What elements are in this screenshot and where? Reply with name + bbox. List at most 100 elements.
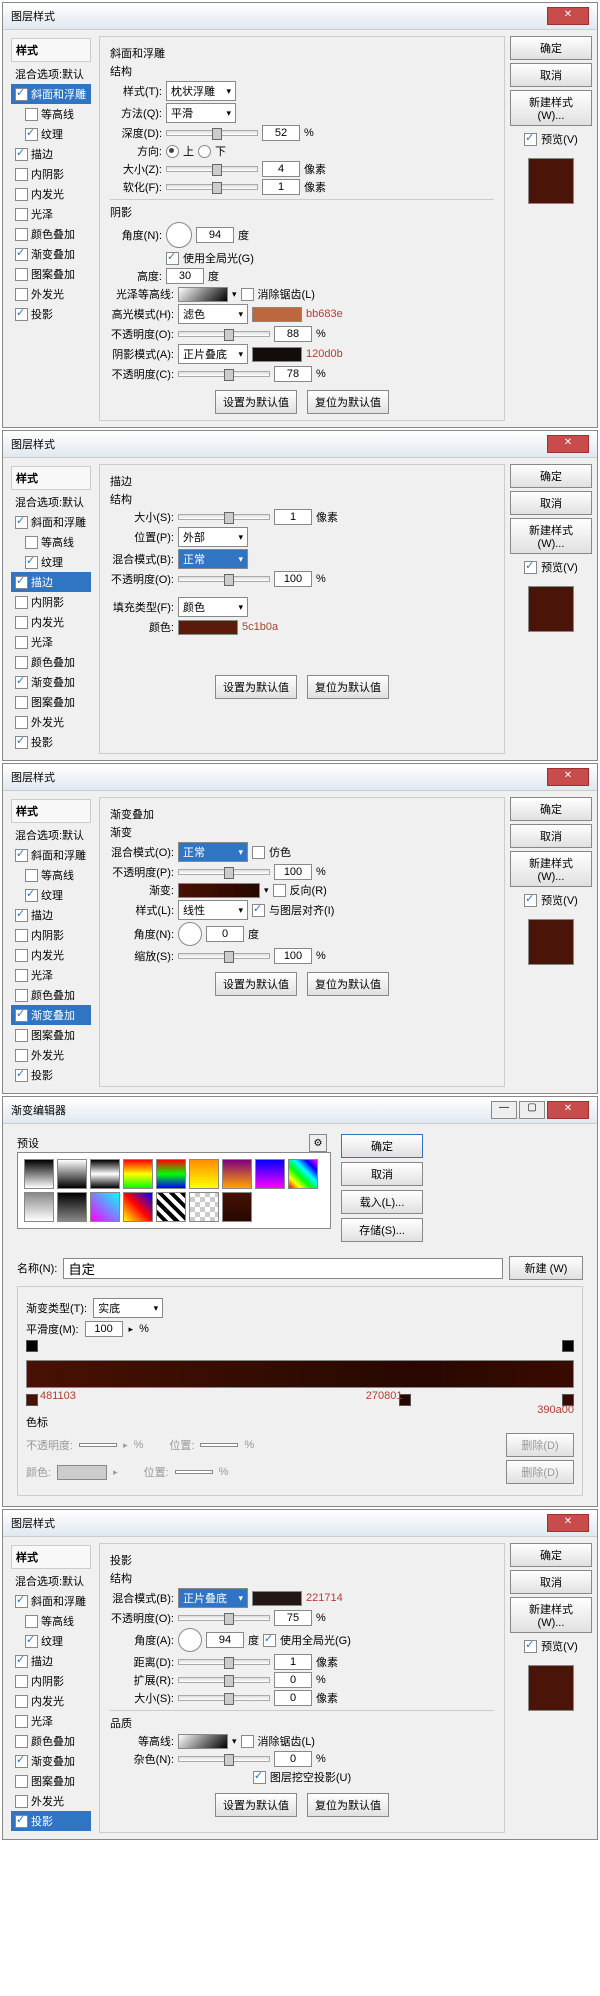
style-texture[interactable]: 纹理 xyxy=(11,552,91,572)
spread-slider[interactable] xyxy=(178,1677,270,1683)
style-contour[interactable]: 等高线 xyxy=(11,1611,91,1631)
maximize-button[interactable]: ▢ xyxy=(519,1101,545,1119)
reset-default-button[interactable]: 复位为默认值 xyxy=(307,1793,389,1817)
style-blend-default[interactable]: 混合选项:默认 xyxy=(11,64,91,84)
soft-input[interactable]: 1 xyxy=(262,179,300,195)
new-button[interactable]: 新建 (W) xyxy=(509,1256,583,1280)
checkbox[interactable] xyxy=(15,168,28,181)
ds-size-input[interactable]: 0 xyxy=(274,1690,312,1706)
use-global-checkbox[interactable] xyxy=(166,252,179,265)
cancel-button[interactable]: 取消 xyxy=(341,1162,423,1186)
reset-default-button[interactable]: 复位为默认值 xyxy=(307,390,389,414)
style-color-overlay[interactable]: 颜色叠加 xyxy=(11,224,91,244)
style-contour[interactable]: 等高线 xyxy=(11,104,91,124)
stroke-op-slider[interactable] xyxy=(178,576,270,582)
bevel-style-dropdown[interactable]: 枕状浮雕 xyxy=(166,81,236,101)
titlebar[interactable]: 图层样式 ✕ xyxy=(3,3,597,30)
style-color-overlay[interactable]: 颜色叠加 xyxy=(11,1731,91,1751)
stroke-color[interactable] xyxy=(178,620,238,635)
style-inner-shadow[interactable]: 内阴影 xyxy=(11,1671,91,1691)
style-blend-default[interactable]: 混合选项:默认 xyxy=(11,825,91,845)
shadow-color[interactable] xyxy=(252,347,302,362)
angle-dial[interactable] xyxy=(178,1628,202,1652)
style-pattern-overlay[interactable]: 图案叠加 xyxy=(11,264,91,284)
preset-swatch[interactable] xyxy=(57,1192,87,1222)
set-default-button[interactable]: 设置为默认值 xyxy=(215,390,297,414)
grad-blend-dropdown[interactable]: 正常 xyxy=(178,842,248,862)
bevel-method-dropdown[interactable]: 平滑 xyxy=(166,103,236,123)
fill-type-dropdown[interactable]: 颜色 xyxy=(178,597,248,617)
stop-color-swatch[interactable] xyxy=(57,1465,107,1480)
style-inner-shadow[interactable]: 内阴影 xyxy=(11,925,91,945)
smooth-input[interactable]: 100 xyxy=(85,1321,123,1337)
grad-style-dropdown[interactable]: 线性 xyxy=(178,900,248,920)
checkbox[interactable] xyxy=(15,248,28,261)
ds-blend-dropdown[interactable]: 正片叠底 xyxy=(178,1588,248,1608)
style-gradient-overlay[interactable]: 渐变叠加 xyxy=(11,672,91,692)
close-button[interactable]: ✕ xyxy=(547,1514,589,1532)
stroke-blend-dropdown[interactable]: 正常 xyxy=(178,549,248,569)
style-drop-shadow[interactable]: 投影 xyxy=(11,304,91,324)
delete-stop-button[interactable]: 删除(D) xyxy=(506,1460,574,1484)
checkbox[interactable] xyxy=(15,88,28,101)
gloss-contour[interactable] xyxy=(178,287,228,302)
sh-opacity-slider[interactable] xyxy=(178,371,270,377)
preview-checkbox[interactable] xyxy=(524,894,537,907)
stroke-pos-dropdown[interactable]: 外部 xyxy=(178,527,248,547)
preset-swatch[interactable] xyxy=(123,1159,153,1189)
style-outer-glow[interactable]: 外发光 xyxy=(11,1791,91,1811)
style-drop-shadow[interactable]: 投影 xyxy=(11,1811,91,1831)
minimize-button[interactable]: — xyxy=(491,1101,517,1119)
titlebar[interactable]: 渐变编辑器 — ▢ ✕ xyxy=(3,1097,597,1124)
dist-input[interactable]: 1 xyxy=(274,1654,312,1670)
stroke-size-slider[interactable] xyxy=(178,514,270,520)
noise-slider[interactable] xyxy=(178,1756,270,1762)
delete-stop-button[interactable]: 删除(D) xyxy=(506,1433,574,1457)
checkbox[interactable] xyxy=(25,108,38,121)
knockout-checkbox[interactable] xyxy=(253,1771,266,1784)
style-outer-glow[interactable]: 外发光 xyxy=(11,712,91,732)
ds-op-input[interactable]: 75 xyxy=(274,1610,312,1626)
style-stroke[interactable]: 描边 xyxy=(11,572,91,592)
antialias-checkbox[interactable] xyxy=(241,1735,254,1748)
preview-checkbox[interactable] xyxy=(524,1640,537,1653)
cancel-button[interactable]: 取消 xyxy=(510,491,592,515)
hl-opacity-input[interactable]: 88 xyxy=(274,326,312,342)
reset-default-button[interactable]: 复位为默认值 xyxy=(307,972,389,996)
opacity-stop[interactable] xyxy=(562,1340,574,1352)
preset-swatch[interactable] xyxy=(222,1192,252,1222)
depth-input[interactable]: 52 xyxy=(262,125,300,141)
ds-op-slider[interactable] xyxy=(178,1615,270,1621)
presets-gear-icon[interactable]: ⚙ xyxy=(309,1134,327,1152)
style-texture[interactable]: 纹理 xyxy=(11,1631,91,1651)
preset-swatch[interactable] xyxy=(189,1192,219,1222)
antialias-checkbox[interactable] xyxy=(241,288,254,301)
style-color-overlay[interactable]: 颜色叠加 xyxy=(11,652,91,672)
size-input[interactable]: 4 xyxy=(262,161,300,177)
load-button[interactable]: 载入(L)... xyxy=(341,1190,423,1214)
preset-swatch[interactable] xyxy=(90,1159,120,1189)
close-button[interactable]: ✕ xyxy=(547,7,589,25)
new-style-button[interactable]: 新建样式(W)... xyxy=(510,518,592,554)
new-style-button[interactable]: 新建样式(W)... xyxy=(510,851,592,887)
style-texture[interactable]: 纹理 xyxy=(11,885,91,905)
color-stop[interactable] xyxy=(26,1394,38,1406)
hl-opacity-slider[interactable] xyxy=(178,331,270,337)
style-drop-shadow[interactable]: 投影 xyxy=(11,732,91,752)
style-gradient-overlay[interactable]: 渐变叠加 xyxy=(11,1751,91,1771)
style-satin[interactable]: 光泽 xyxy=(11,1711,91,1731)
style-bevel[interactable]: 斜面和浮雕 xyxy=(11,1591,91,1611)
style-bevel[interactable]: 斜面和浮雕 xyxy=(11,845,91,865)
style-contour[interactable]: 等高线 xyxy=(11,865,91,885)
spread-input[interactable]: 0 xyxy=(274,1672,312,1688)
preview-checkbox[interactable] xyxy=(524,561,537,574)
close-button[interactable]: ✕ xyxy=(547,435,589,453)
soft-slider[interactable] xyxy=(166,184,258,190)
angle-dial[interactable] xyxy=(178,922,202,946)
angle-input[interactable]: 94 xyxy=(196,227,234,243)
ds-size-slider[interactable] xyxy=(178,1695,270,1701)
checkbox[interactable] xyxy=(15,208,28,221)
style-gradient-overlay[interactable]: 渐变叠加 xyxy=(11,244,91,264)
dither-checkbox[interactable] xyxy=(252,846,265,859)
cancel-button[interactable]: 取消 xyxy=(510,1570,592,1594)
